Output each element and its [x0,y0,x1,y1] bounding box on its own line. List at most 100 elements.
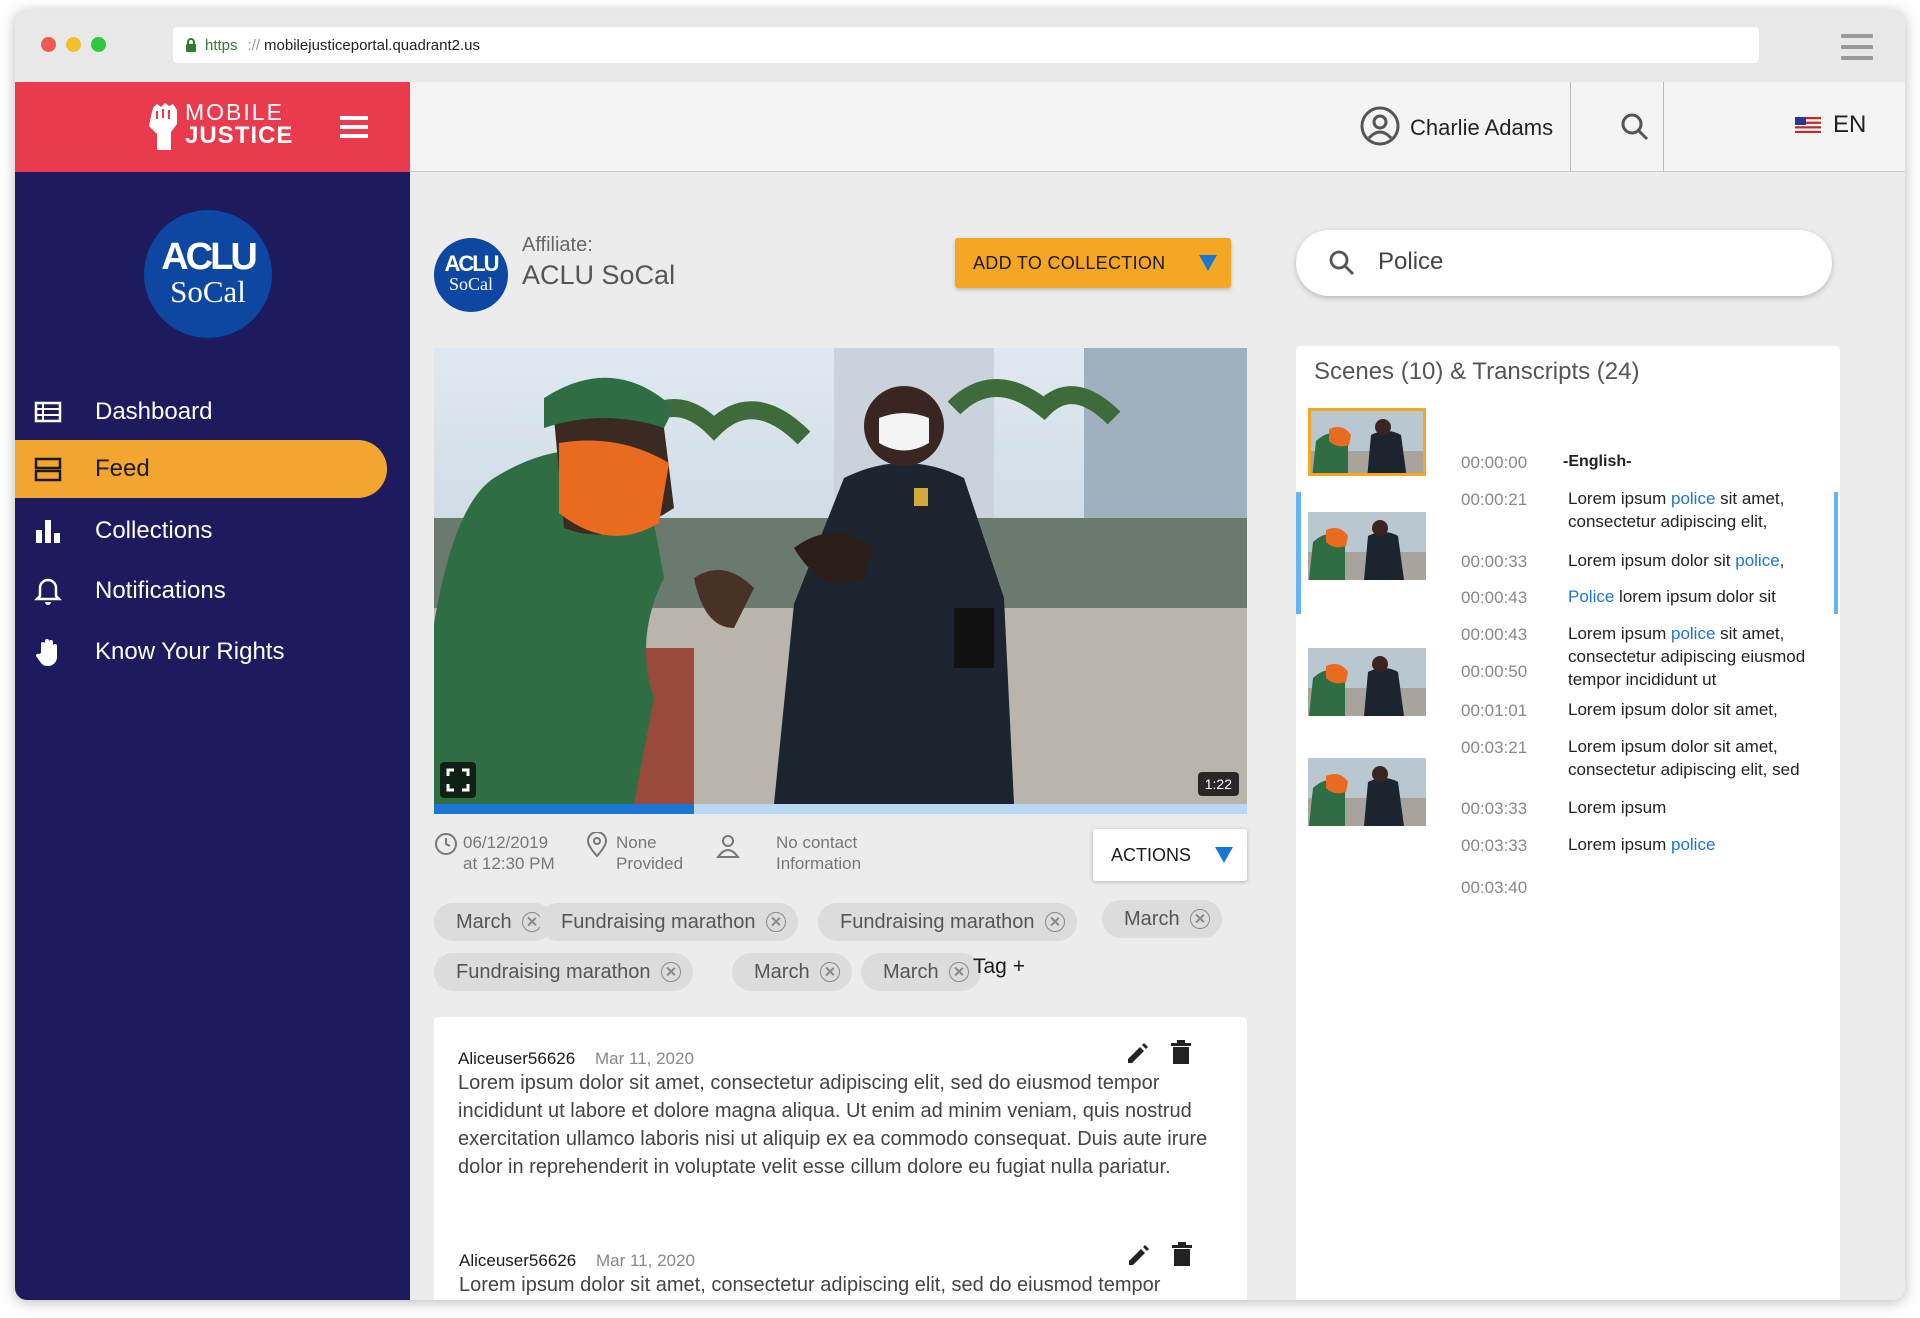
transcript-text: Lorem ipsum dolor sit [1568,551,1736,570]
affiliate-logo-line2: SoCal [448,274,493,294]
comment-text: Lorem ipsum dolor sit amet, consectetur … [458,1072,1208,1178]
tag-chip[interactable]: March [1102,900,1222,938]
sidebar-item-notifications[interactable]: Notifications [15,562,387,620]
actions-label: ACTIONS [1111,844,1192,865]
scene-image [1311,411,1423,473]
tag-chip[interactable]: Fundraising marathon [539,903,798,941]
comment-date: Mar 11, 2020 [596,1251,695,1270]
remove-tag-icon[interactable] [1189,909,1210,929]
trash-icon[interactable] [1171,1242,1193,1268]
video-date: 06/12/2019 at 12:30 PM [463,832,555,874]
url-host: mobilejusticeportal.quadrant2.us [264,36,481,54]
comment-author[interactable]: Aliceuser56626 [458,1049,575,1069]
clock-icon [435,833,457,855]
transcript-timestamp[interactable]: 00:03:40 [1461,878,1527,898]
remove-tag-icon[interactable] [1044,912,1065,932]
search-highlight: police [1670,489,1716,508]
remove-tag-icon[interactable] [948,962,969,982]
tag-chip[interactable]: March [861,953,981,991]
user-name[interactable]: Charlie Adams [1410,115,1553,141]
transcript-scrollbar[interactable] [1834,492,1838,614]
transcript-timestamp[interactable]: 00:00:43 [1461,625,1527,645]
affiliate-logo: ACLU SoCal [434,238,508,312]
remove-tag-icon[interactable] [660,962,681,982]
transcript-line: Lorem ipsum [1568,796,1830,819]
browser-chrome: https :// mobilejusticeportal.quadrant2.… [15,10,1905,82]
edit-icon[interactable] [1124,1041,1150,1067]
video-player[interactable]: 1:22 [434,348,1247,804]
video-frame-image [434,348,1247,804]
transcript-line: Lorem ipsum dolor sit amet, [1568,698,1830,721]
trash-icon[interactable] [1170,1040,1192,1066]
tag-label: March [883,960,939,983]
scene-thumbnail[interactable] [1308,408,1426,476]
transcript-timestamp[interactable]: 00:00:50 [1461,662,1527,682]
transcript-timestamp[interactable]: 00:00:21 [1461,490,1527,510]
sidebar-item-label: Collections [95,517,213,544]
transcript-line: Lorem ipsum dolor sit amet, consectetur … [1568,735,1830,781]
raised-fist-icon [149,103,177,150]
fullscreen-icon [446,768,470,792]
video-progress-fill [434,804,695,814]
user-avatar-icon[interactable] [1360,106,1400,146]
transcript-text: Lorem ipsum [1568,835,1671,854]
maximize-window-button[interactable] [91,37,106,52]
scene-thumbnail[interactable] [1308,758,1426,826]
remove-tag-icon[interactable] [819,962,840,982]
tag-chip[interactable]: Fundraising marathon [434,953,693,991]
logo-line2: SoCal [170,274,246,309]
browser-menu-icon[interactable] [1841,34,1873,67]
tag-label: Fundraising marathon [456,960,651,983]
tag-chip[interactable]: March [732,953,852,991]
location-pin-icon [586,832,608,858]
affiliate-label: Affiliate: [522,234,593,256]
scene-thumbnail[interactable] [1308,648,1426,716]
divider [1663,82,1664,172]
sidebar-item-dashboard[interactable]: Dashboard [15,383,387,441]
search-highlight: police [1670,624,1716,643]
selected-scene-indicator [1296,492,1301,614]
minimize-window-button[interactable] [66,37,81,52]
transcript-text: Lorem ipsum dolor sit amet, [1568,700,1778,719]
logo-line1: ACLU [161,236,258,278]
address-bar[interactable]: https :// mobilejusticeportal.quadrant2.… [173,27,1759,63]
fullscreen-button[interactable] [440,762,476,798]
sidebar-item-label: Dashboard [95,398,213,425]
video-date-line1: 06/12/2019 [463,833,549,852]
add-to-collection-button[interactable]: ADD TO COLLECTION [955,238,1231,288]
transcript-timestamp[interactable]: 00:00:43 [1461,588,1527,608]
search-icon[interactable] [1620,112,1650,142]
transcript-timestamp[interactable]: 00:01:01 [1461,701,1527,721]
transcript-line: -English- [1563,450,1825,473]
comment-author[interactable]: Aliceuser56626 [459,1251,576,1271]
scene-image [1308,758,1426,826]
close-window-button[interactable] [41,37,56,52]
transcript-timestamp[interactable]: 00:00:00 [1461,453,1527,473]
actions-button[interactable]: ACTIONS [1093,829,1247,881]
scene-image [1308,512,1426,580]
remove-tag-icon[interactable] [765,912,786,932]
divider [1570,82,1571,172]
sidebar-item-feed[interactable]: Feed [15,440,387,498]
brand-line1: MOBILE [185,99,284,125]
language-selector[interactable]: EN [1795,111,1866,139]
scene-thumbnail[interactable] [1308,512,1426,580]
menu-toggle-icon[interactable] [340,116,368,143]
video-progress-bar[interactable] [434,804,1247,814]
brand-logo[interactable]: MOBILE JUSTICE [185,100,293,148]
edit-icon[interactable] [1125,1243,1151,1269]
sidebar-item-know-your-rights[interactable]: Know Your Rights [15,623,387,681]
tag-chip[interactable]: March [434,903,554,941]
tag-chip[interactable]: Fundraising marathon [818,903,1077,941]
transcript-timestamp[interactable]: 00:00:33 [1461,552,1527,572]
video-location-line1: None [616,833,657,852]
transcript-text: Lorem ipsum dolor sit amet, consectetur … [1568,737,1800,779]
transcript-timestamp[interactable]: 00:03:21 [1461,738,1527,758]
sidebar-item-collections[interactable]: Collections [15,502,387,560]
transcript-text: lorem ipsum dolor sit [1614,587,1776,606]
add-tag-button[interactable]: Tag + [973,955,1025,979]
tag-label: Fundraising marathon [561,910,756,933]
search-input[interactable] [1378,246,1778,278]
transcript-timestamp[interactable]: 00:03:33 [1461,836,1527,856]
transcript-timestamp[interactable]: 00:03:33 [1461,799,1527,819]
